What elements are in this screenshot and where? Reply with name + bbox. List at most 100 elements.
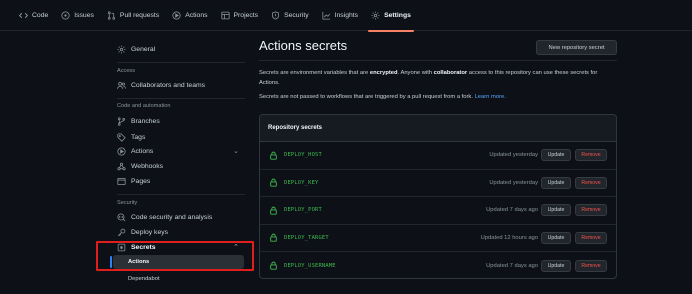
sidebar-item-tags[interactable]: Tags	[113, 130, 245, 144]
play-icon	[117, 146, 126, 156]
sidebar-divider	[117, 98, 245, 99]
code-icon	[19, 11, 28, 20]
description-text: Secrets are not passed to workflows that…	[259, 94, 473, 100]
secret-name: DEPLOY_TARGET	[284, 234, 329, 241]
sidebar-section-access: Access	[117, 68, 136, 74]
tab-settings[interactable]: Settings	[368, 0, 414, 32]
lock-icon	[269, 178, 278, 187]
sidebar-item-general[interactable]: General	[113, 42, 245, 56]
tab-insights[interactable]: Insights	[322, 0, 358, 31]
update-button[interactable]: Update	[541, 176, 571, 189]
sidebar-item-label: Actions	[131, 147, 154, 155]
tab-settings-label: Settings	[384, 11, 411, 19]
lock-icon	[269, 151, 278, 160]
tab-security[interactable]: Security	[271, 0, 309, 31]
chevron-down-icon[interactable]: ⌄	[233, 147, 239, 155]
secret-updated: Updated yesterday	[489, 152, 538, 159]
remove-button[interactable]: Remove	[575, 149, 607, 162]
sidebar-item-label: Deploy keys	[131, 228, 169, 236]
secret-row: DEPLOY_KEY Updated yesterday Update Remove	[260, 170, 616, 197]
secret-row: DEPLOY_PORT Updated 7 days ago Update Remov…	[260, 197, 616, 225]
sidebar-item-actions[interactable]: Actions ⌄	[113, 144, 245, 158]
page-title: Actions secrets	[259, 38, 348, 53]
remove-button[interactable]: Remove	[575, 176, 607, 189]
sidebar-item-pages[interactable]: Pages	[113, 174, 245, 188]
lock-icon	[269, 261, 278, 270]
tab-issues-label: Issues	[74, 11, 94, 19]
secret-name: DEPLOY_USERNAME	[284, 262, 336, 269]
pull-request-icon	[107, 10, 116, 20]
secret-name: DEPLOY_KEY	[284, 179, 319, 186]
sidebar-section-code: Code and automation	[117, 103, 171, 109]
secret-row: DEPLOY_TARGET Updated 12 hours ago Update R…	[260, 225, 616, 252]
issue-icon	[61, 10, 70, 20]
secret-updated: Updated 7 days ago	[486, 262, 538, 269]
sidebar-item-deploy-keys[interactable]: Deploy keys	[113, 225, 245, 239]
key-icon	[117, 228, 126, 237]
update-button[interactable]: Update	[541, 259, 571, 272]
people-icon	[117, 81, 126, 90]
remove-button[interactable]: Remove	[575, 259, 607, 272]
gear-icon	[117, 45, 126, 54]
tag-icon	[117, 132, 126, 142]
tab-issues[interactable]: Issues	[61, 0, 94, 31]
shield-icon	[271, 10, 280, 20]
play-icon	[172, 10, 181, 20]
secret-name: DEPLOY_PORT	[284, 207, 322, 214]
sidebar-item-label: General	[131, 45, 156, 53]
secret-row: DEPLOY_USERNAME Updated 7 days ago Update R…	[260, 252, 616, 278]
remove-button[interactable]: Remove	[575, 231, 607, 244]
update-button[interactable]: Update	[541, 231, 571, 244]
repo-nav: Code Issues Pull requests Actions Projec…	[0, 0, 692, 32]
new-repository-secret-button[interactable]: New repository secret	[536, 40, 617, 55]
sidebar-subitem-dependabot[interactable]: Dependabot	[113, 272, 244, 286]
tab-actions-label: Actions	[185, 11, 208, 19]
browser-icon	[117, 177, 126, 186]
learn-more-link[interactable]: Learn more.	[475, 94, 506, 100]
tab-pull-requests-label: Pull requests	[119, 11, 160, 19]
description-text: Secrets are environment variables that a…	[259, 70, 370, 76]
codescan-icon	[117, 212, 126, 222]
remove-button[interactable]: Remove	[575, 204, 607, 217]
sidebar-item-label: Branches	[131, 117, 160, 125]
sidebar-section-security: Security	[117, 200, 138, 206]
sidebar-item-label: Collaborators and teams	[131, 81, 206, 89]
sidebar-item-code-security[interactable]: Code security and analysis	[113, 210, 245, 224]
highlight-box	[96, 241, 254, 271]
update-button[interactable]: Update	[541, 149, 571, 162]
description-text: . Anyone with	[397, 70, 434, 76]
tab-projects-label: Projects	[233, 11, 259, 19]
panel-header: Repository secrets	[260, 115, 616, 142]
secret-updated: Updated 7 days ago	[486, 207, 538, 214]
graph-icon	[322, 11, 331, 20]
tab-code[interactable]: Code	[19, 0, 48, 31]
sidebar-item-branches[interactable]: Branches	[113, 114, 245, 128]
description-emphasis: encrypted	[369, 70, 398, 76]
tab-projects[interactable]: Projects	[220, 0, 259, 31]
sidebar-item-label: Tags	[131, 133, 146, 141]
sidebar-divider	[117, 62, 245, 63]
sidebar-divider	[117, 194, 245, 195]
title-divider	[259, 60, 617, 61]
description-fork: Secrets are not passed to workflows that…	[259, 92, 619, 102]
sidebar-item-label: Pages	[131, 177, 151, 185]
repository-secrets-panel: Repository secrets DEPLOY_HOST Updated ye…	[259, 114, 617, 279]
secret-row: DEPLOY_HOST Updated yesterday Update Remove	[260, 142, 616, 170]
sidebar-item-label: Code security and analysis	[131, 213, 213, 221]
tab-insights-label: Insights	[334, 11, 359, 19]
lock-icon	[269, 206, 278, 215]
secret-name: DEPLOY_HOST	[284, 152, 322, 159]
sidebar-item-label: Webhooks	[131, 162, 163, 170]
update-button[interactable]: Update	[541, 204, 571, 217]
description-encrypted: Secrets are environment variables that a…	[259, 68, 619, 88]
secret-updated: Updated yesterday	[489, 179, 538, 186]
tab-security-label: Security	[284, 11, 309, 19]
sidebar-item-webhooks[interactable]: Webhooks	[113, 159, 245, 173]
tab-code-label: Code	[32, 11, 49, 19]
webhook-icon	[117, 162, 126, 171]
tab-actions[interactable]: Actions	[172, 0, 208, 31]
description-emphasis: collaborator	[433, 70, 468, 76]
tab-pull-requests[interactable]: Pull requests	[107, 0, 159, 31]
sidebar-item-collaborators[interactable]: Collaborators and teams	[113, 78, 245, 92]
branch-icon	[117, 116, 126, 126]
